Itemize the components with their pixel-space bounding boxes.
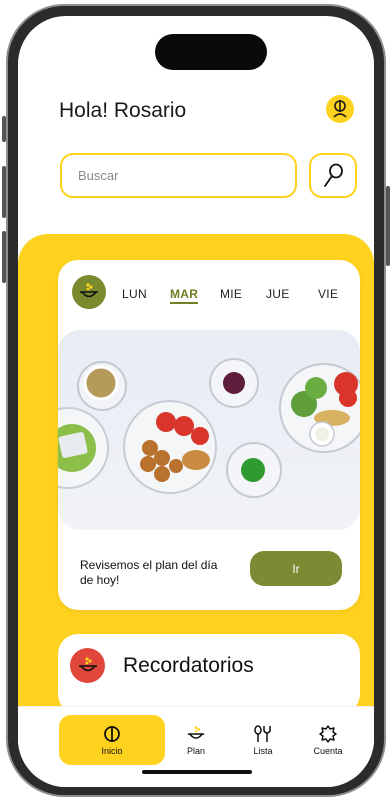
tab-cuenta[interactable]: Cuenta bbox=[308, 715, 348, 765]
day-vie[interactable]: VIE bbox=[318, 287, 338, 301]
day-jue[interactable]: JUE bbox=[266, 287, 290, 301]
plan-review-text: Revisemos el plan del día de hoy! bbox=[80, 558, 218, 587]
phone-frame: Hola! Rosario Buscar LUN MAR MIE JUE VIE… bbox=[2, 4, 390, 797]
weekday-selector: LUN MAR MIE JUE VIE bbox=[122, 287, 354, 307]
bowl-icon bbox=[78, 656, 97, 671]
search-button[interactable] bbox=[309, 153, 357, 198]
mute-switch bbox=[2, 116, 6, 142]
tab-inicio[interactable]: Inicio bbox=[59, 715, 165, 765]
profile-button[interactable] bbox=[326, 95, 354, 123]
tab-inicio-label: Inicio bbox=[101, 745, 123, 756]
reminders-card[interactable]: Recordatorios bbox=[58, 634, 360, 714]
home-circle-icon bbox=[104, 725, 120, 742]
utensils-icon bbox=[254, 724, 271, 742]
tab-plan-label: Plan bbox=[186, 745, 205, 756]
tab-lista[interactable]: Lista bbox=[245, 715, 281, 765]
day-lun[interactable]: LUN bbox=[122, 287, 147, 301]
greeting-title: Hola! Rosario bbox=[59, 99, 187, 122]
volume-up-button bbox=[2, 166, 6, 218]
tab-cuenta-label: Cuenta bbox=[313, 745, 343, 756]
reminders-title: Recordatorios bbox=[123, 654, 254, 677]
home-indicator[interactable] bbox=[142, 770, 252, 774]
plan-badge bbox=[72, 275, 106, 309]
user-icon bbox=[333, 100, 347, 118]
power-button bbox=[386, 186, 390, 266]
app-screen: Hola! Rosario Buscar LUN MAR MIE JUE VIE… bbox=[18, 16, 374, 787]
plates-of-food-photo bbox=[58, 358, 360, 498]
day-mar[interactable]: MAR bbox=[170, 287, 199, 304]
volume-down-button bbox=[2, 231, 6, 283]
reminders-badge bbox=[70, 648, 105, 683]
dynamic-island bbox=[155, 34, 267, 70]
tab-plan[interactable]: Plan bbox=[178, 715, 214, 765]
day-mie[interactable]: MIE bbox=[220, 287, 242, 301]
gear-icon bbox=[319, 724, 337, 743]
bottom-tab-bar: Inicio Plan Lista Cuenta bbox=[18, 706, 374, 787]
food-photo bbox=[58, 330, 360, 530]
tab-lista-label: Lista bbox=[253, 745, 273, 756]
daily-plan-card: LUN MAR MIE JUE VIE Revisemos el plan de… bbox=[58, 260, 360, 610]
go-button[interactable]: Ir bbox=[250, 551, 342, 586]
search-input[interactable] bbox=[60, 153, 297, 198]
search-icon bbox=[324, 163, 343, 187]
bowl-icon bbox=[187, 725, 205, 739]
bowl-icon bbox=[80, 283, 98, 298]
